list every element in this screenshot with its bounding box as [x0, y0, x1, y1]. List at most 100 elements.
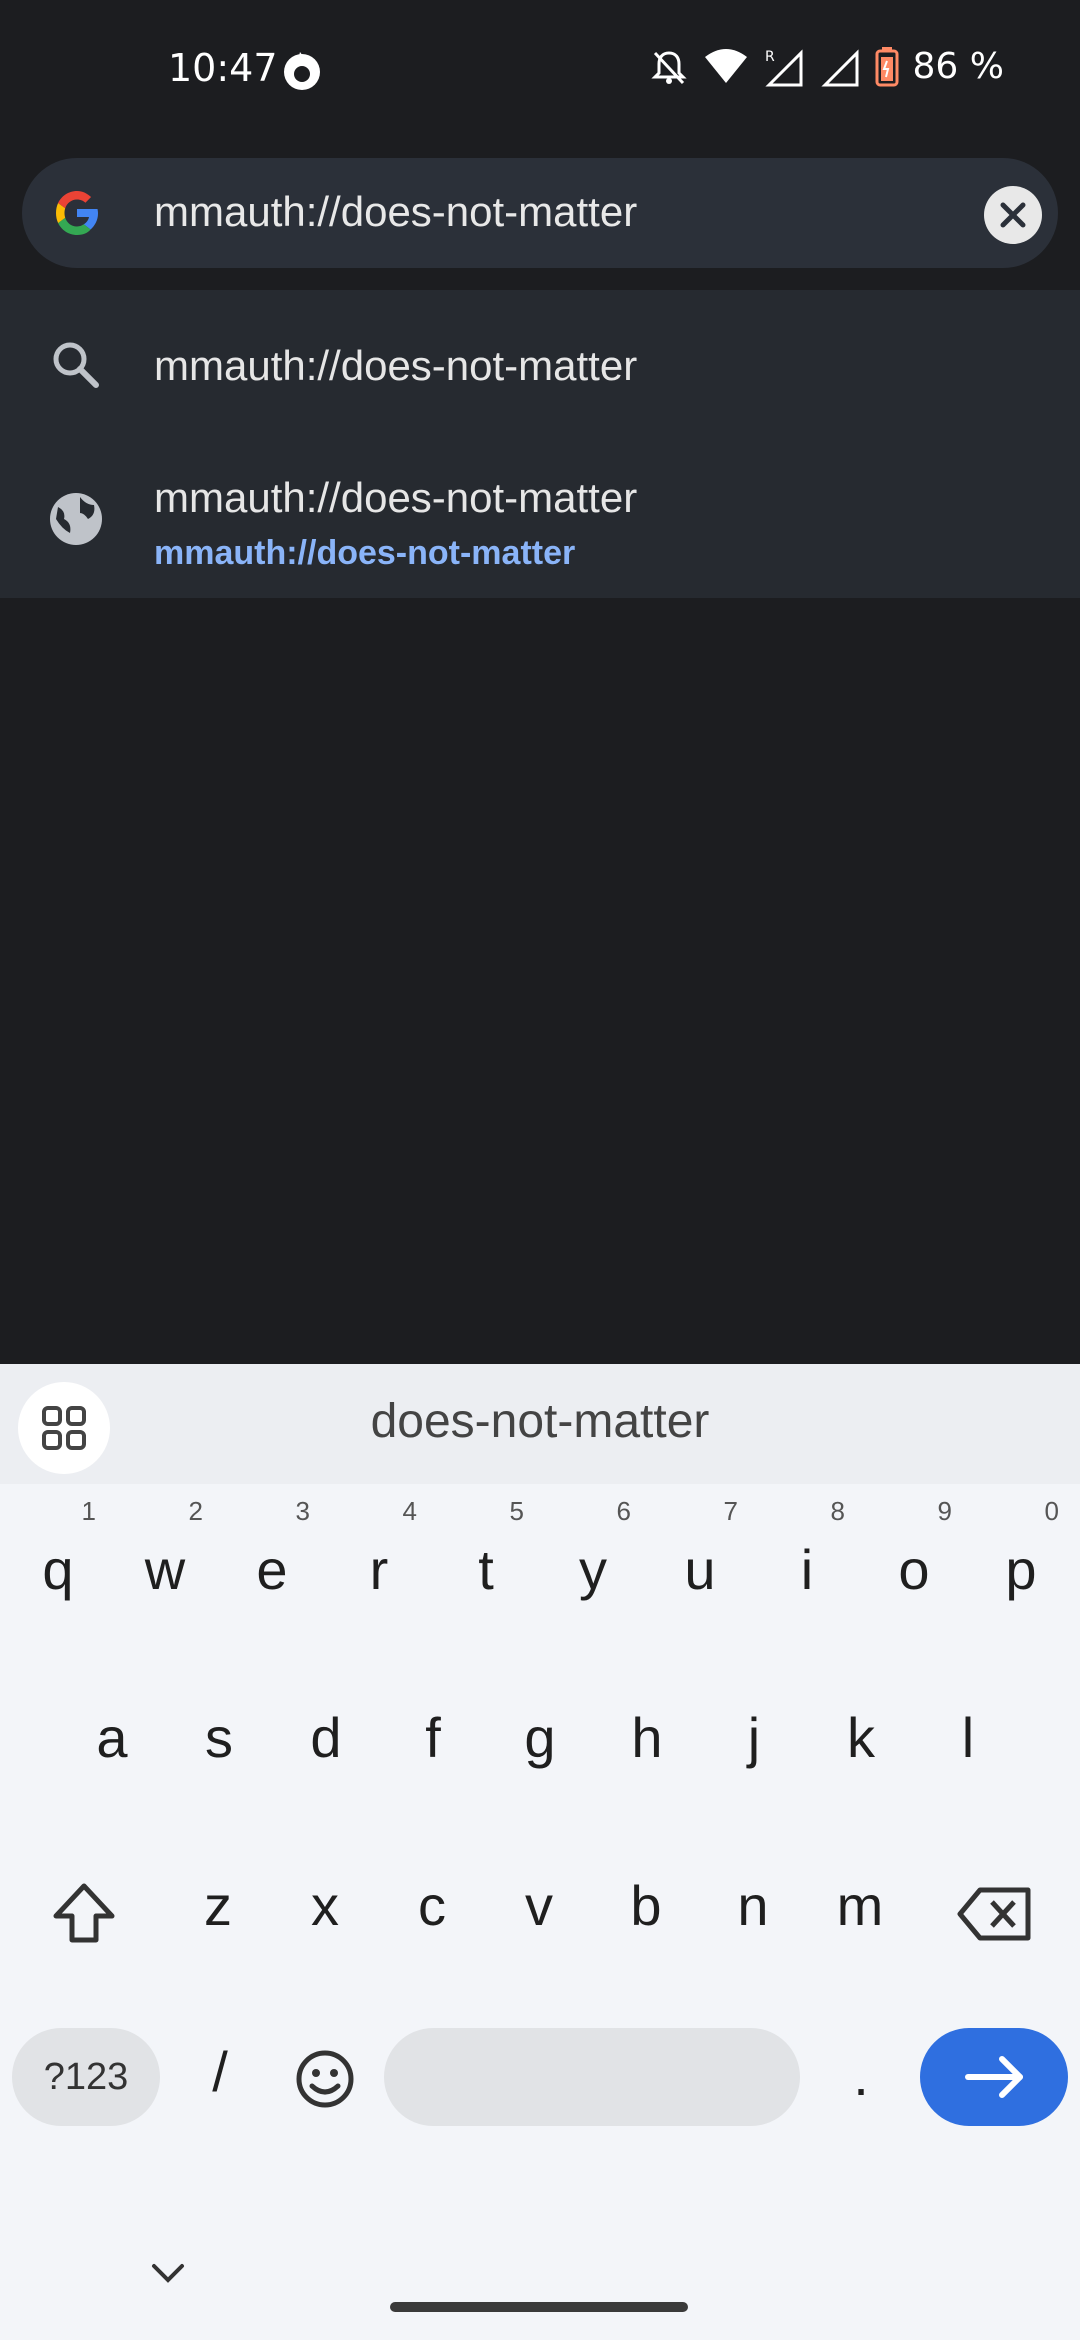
suggestion-url[interactable]: mmauth://does-not-matter mmauth://does-n…	[0, 440, 1080, 598]
suggestion-search[interactable]: mmauth://does-not-matter	[0, 290, 1080, 440]
key-w[interactable]: w2	[123, 1498, 207, 1598]
suggestion-url-text: mmauth://does-not-matter	[154, 534, 576, 572]
data-saver-icon	[284, 52, 320, 90]
key-label: b	[630, 1874, 662, 1937]
signal-roaming-icon: R	[765, 49, 803, 86]
url-input[interactable]: mmauth://does-not-matter	[154, 188, 637, 236]
keyboard-suggestion-strip: does-not-matter	[0, 1364, 1080, 1484]
google-logo-icon	[56, 191, 98, 235]
globe-icon	[50, 493, 102, 545]
shift-key[interactable]	[44, 1874, 124, 1954]
key-u[interactable]: u7	[658, 1498, 742, 1598]
key-q[interactable]: q1	[16, 1498, 100, 1598]
key-c[interactable]: c	[390, 1878, 474, 1934]
key-label: m	[836, 1874, 884, 1937]
word-suggestion[interactable]: does-not-matter	[0, 1394, 1080, 1449]
key-z[interactable]: z	[176, 1878, 260, 1934]
key-label: t	[478, 1538, 494, 1601]
clear-button[interactable]	[984, 186, 1042, 244]
key-p[interactable]: p0	[979, 1498, 1063, 1598]
gesture-handle	[390, 2302, 688, 2312]
slash-key[interactable]: /	[190, 2044, 250, 2100]
key-label: e	[256, 1538, 288, 1601]
key-e[interactable]: e3	[230, 1498, 314, 1598]
key-label: a	[96, 1706, 128, 1769]
key-label: k	[847, 1706, 875, 1769]
status-icons: R 86 %	[649, 46, 1004, 87]
key-k[interactable]: k	[819, 1710, 903, 1766]
key-b[interactable]: b	[604, 1878, 688, 1934]
key-label: f	[425, 1706, 441, 1769]
bell-off-icon	[650, 50, 687, 84]
key-label: u	[684, 1538, 716, 1601]
key-y[interactable]: y6	[551, 1498, 635, 1598]
omnibox[interactable]: mmauth://does-not-matter	[22, 158, 1058, 268]
chevron-down-icon[interactable]	[146, 2258, 190, 2288]
key-label: w	[144, 1538, 186, 1601]
key-number-hint: 3	[295, 1496, 310, 1526]
key-label: h	[631, 1706, 663, 1769]
battery-icon	[875, 46, 899, 86]
enter-key[interactable]	[920, 2028, 1068, 2126]
key-number-hint: 2	[188, 1496, 203, 1526]
key-f[interactable]: f	[391, 1710, 475, 1766]
symbols-label: ?123	[43, 2056, 129, 2098]
key-label: j	[747, 1706, 761, 1769]
emoji-icon	[296, 2050, 354, 2108]
key-s[interactable]: s	[177, 1710, 261, 1766]
key-label: l	[961, 1706, 975, 1769]
key-label: x	[311, 1874, 339, 1937]
space-key[interactable]	[384, 2028, 800, 2126]
wifi-icon	[704, 48, 747, 83]
key-label: o	[898, 1538, 930, 1601]
symbols-key[interactable]: ?123	[12, 2028, 160, 2126]
key-label: r	[369, 1538, 389, 1601]
close-icon	[1000, 202, 1026, 228]
suggestion-title: mmauth://does-not-matter	[154, 474, 638, 521]
key-label: d	[310, 1706, 342, 1769]
backspace-icon	[957, 1887, 1031, 1941]
key-label: z	[204, 1874, 232, 1937]
key-n[interactable]: n	[711, 1878, 795, 1934]
battery-percent: 86 %	[912, 46, 1004, 87]
key-i[interactable]: i8	[765, 1498, 849, 1598]
suggestion-list: mmauth://does-not-matter mmauth://does-n…	[0, 290, 1080, 598]
key-o[interactable]: o9	[872, 1498, 956, 1598]
key-v[interactable]: v	[497, 1878, 581, 1934]
key-x[interactable]: x	[283, 1878, 367, 1934]
key-g[interactable]: g	[498, 1710, 582, 1766]
arrow-right-icon	[965, 2056, 1023, 2098]
key-d[interactable]: d	[284, 1710, 368, 1766]
key-r[interactable]: r4	[337, 1498, 421, 1598]
key-label: g	[524, 1706, 556, 1769]
key-label: q	[42, 1538, 74, 1601]
emoji-key[interactable]	[290, 2044, 360, 2114]
search-icon	[53, 342, 99, 388]
key-number-hint: 9	[937, 1496, 952, 1526]
period-key[interactable]: .	[836, 2048, 886, 2104]
status-bar: 10:47 R 86 %	[0, 0, 1080, 140]
status-time: 10:47	[168, 46, 278, 90]
key-h[interactable]: h	[605, 1710, 689, 1766]
key-m[interactable]: m	[818, 1878, 902, 1934]
key-l[interactable]: l	[926, 1710, 1010, 1766]
shift-icon	[53, 1883, 115, 1943]
key-j[interactable]: j	[712, 1710, 796, 1766]
key-label: s	[205, 1706, 233, 1769]
key-t[interactable]: t5	[444, 1498, 528, 1598]
backspace-key[interactable]	[954, 1874, 1038, 1954]
key-label: y	[579, 1538, 607, 1601]
suggestion-title: mmauth://does-not-matter	[154, 342, 638, 389]
key-number-hint: 6	[616, 1496, 631, 1526]
key-number-hint: 1	[81, 1496, 96, 1526]
key-number-hint: 0	[1044, 1496, 1059, 1526]
key-label: i	[800, 1538, 814, 1601]
key-number-hint: 4	[402, 1496, 417, 1526]
key-a[interactable]: a	[70, 1710, 154, 1766]
key-label: p	[1005, 1538, 1037, 1601]
svg-text:R: R	[765, 49, 775, 65]
key-number-hint: 7	[723, 1496, 738, 1526]
key-number-hint: 8	[830, 1496, 845, 1526]
key-label: c	[418, 1874, 446, 1937]
signal-icon	[820, 48, 859, 86]
